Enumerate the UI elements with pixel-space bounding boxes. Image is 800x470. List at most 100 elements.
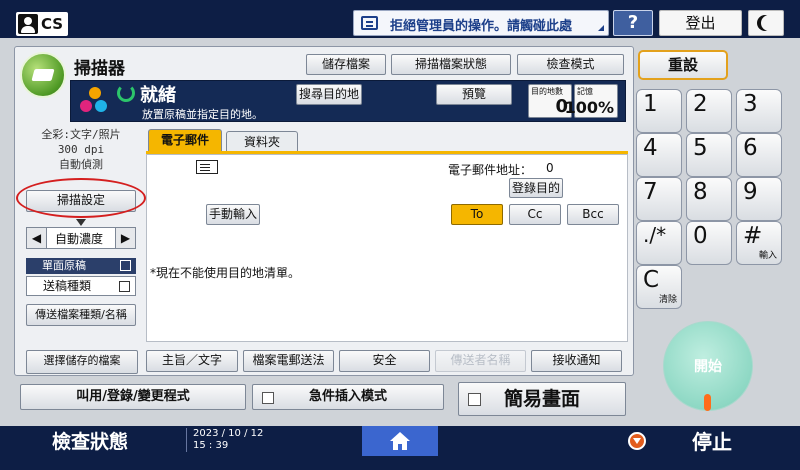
memory-indicator: 記憶 100% bbox=[565, 84, 618, 118]
start-button[interactable]: 開始 bbox=[663, 321, 753, 411]
check-mode-button[interactable]: 檢查模式 bbox=[517, 54, 624, 75]
feed-type-icon bbox=[119, 281, 130, 292]
simplex-label: 單面原稿 bbox=[42, 259, 86, 272]
bcc-button[interactable]: Bcc bbox=[567, 204, 619, 225]
cc-button[interactable]: Cc bbox=[509, 204, 561, 225]
security-button[interactable]: 安全 bbox=[339, 350, 430, 372]
start-led-icon bbox=[704, 394, 711, 411]
email-address-count: 0 bbox=[546, 161, 554, 175]
key-2-label: 2 bbox=[693, 91, 708, 117]
search-destination-button[interactable]: 搜尋目的地 bbox=[296, 84, 362, 105]
simple-screen-checkbox bbox=[468, 393, 481, 406]
tab-folder[interactable]: 資料夾 bbox=[226, 131, 298, 151]
simplex-icon bbox=[120, 260, 131, 271]
sender-name-button: 傳送者名稱 bbox=[435, 350, 526, 372]
key-hash-enter[interactable]: # 輸入 bbox=[736, 221, 782, 265]
density-increase-button[interactable]: ▶ bbox=[115, 228, 135, 248]
key-7-label: 7 bbox=[643, 179, 658, 205]
key-8[interactable]: 8 bbox=[686, 177, 732, 221]
density-decrease-button[interactable]: ◀ bbox=[27, 228, 47, 248]
interrupt-mode-button[interactable]: 急件插入模式 bbox=[252, 384, 444, 410]
logout-button[interactable]: 登出 bbox=[659, 10, 742, 36]
store-file-button[interactable]: 儲存檔案 bbox=[306, 54, 386, 75]
key-4[interactable]: 4 bbox=[636, 133, 682, 177]
simple-screen-button[interactable]: 簡易畫面 bbox=[458, 382, 626, 416]
user-name: CS bbox=[41, 15, 64, 33]
key-0[interactable]: 0 bbox=[686, 221, 732, 265]
original-type-label: 送稿種類 bbox=[43, 279, 92, 293]
to-button[interactable]: To bbox=[451, 204, 503, 225]
program-button[interactable]: 叫用/登錄/變更程式 bbox=[20, 384, 246, 410]
key-3-label: 3 bbox=[743, 91, 758, 117]
simple-screen-label: 簡易畫面 bbox=[503, 388, 580, 410]
key-0-label: 0 bbox=[693, 223, 708, 249]
key-clear-label: C bbox=[643, 267, 660, 293]
status-title: 就緒 bbox=[140, 85, 176, 106]
enter-sublabel: 輸入 bbox=[758, 251, 777, 261]
status-message: 放置原稿並指定目的地。 bbox=[142, 108, 263, 121]
email-method-button[interactable]: 檔案電郵送法 bbox=[243, 350, 334, 372]
admin-notice-button[interactable]: 拒絕管理員的操作。請觸碰此處 bbox=[353, 10, 609, 36]
key-6[interactable]: 6 bbox=[736, 133, 782, 177]
key-3[interactable]: 3 bbox=[736, 89, 782, 133]
clear-sublabel: 清除 bbox=[658, 295, 677, 305]
original-simplex-button[interactable]: 單面原稿 bbox=[26, 258, 136, 274]
key-7[interactable]: 7 bbox=[636, 177, 682, 221]
stop-button[interactable]: 停止 bbox=[692, 428, 732, 456]
register-destination-button[interactable]: 登錄目的 bbox=[509, 178, 563, 198]
preview-button[interactable]: 預覽 bbox=[436, 84, 512, 105]
help-button[interactable]: ? bbox=[613, 10, 653, 36]
key-8-label: 8 bbox=[693, 179, 708, 205]
ready-indicator-icon bbox=[117, 84, 135, 102]
corner-indicator-icon bbox=[598, 25, 604, 31]
home-button[interactable] bbox=[362, 426, 438, 456]
scan-file-status-button[interactable]: 掃描檔案狀態 bbox=[391, 54, 511, 75]
home-icon bbox=[390, 432, 410, 450]
reset-button[interactable]: 重設 bbox=[638, 50, 728, 80]
interrupt-label: 急件插入模式 bbox=[308, 389, 387, 404]
tab-email[interactable]: 電子郵件 bbox=[148, 129, 222, 151]
detect-text: 自動偵測 bbox=[59, 158, 103, 171]
key-6-label: 6 bbox=[743, 135, 758, 161]
highlight-ellipse bbox=[16, 178, 146, 218]
user-badge[interactable]: CS bbox=[16, 12, 68, 36]
energy-saver-button[interactable] bbox=[748, 10, 784, 36]
density-label: 自動濃度 bbox=[55, 232, 104, 246]
stop-icon bbox=[628, 432, 646, 450]
density-control: ◀ 自動濃度 ▶ bbox=[26, 227, 136, 249]
start-label: 開始 bbox=[694, 359, 722, 375]
date-text: 2023 / 10 / 12 bbox=[193, 428, 264, 439]
receipt-notice-button[interactable]: 接收通知 bbox=[531, 350, 622, 372]
check-status-button[interactable]: 檢查狀態 bbox=[18, 428, 162, 456]
destination-list-note: *現在不能使用目的地清單。 bbox=[150, 266, 301, 280]
email-icon bbox=[196, 160, 218, 174]
notice-text: 拒絕管理員的操作。請觸碰此處 bbox=[390, 19, 573, 34]
key-2[interactable]: 2 bbox=[686, 89, 732, 133]
key-clear[interactable]: C 清除 bbox=[636, 265, 682, 309]
interrupt-checkbox bbox=[262, 392, 274, 404]
color-dots-icon bbox=[80, 87, 110, 117]
scanner-icon bbox=[20, 52, 66, 98]
key-5[interactable]: 5 bbox=[686, 133, 732, 177]
key-1[interactable]: 1 bbox=[636, 89, 682, 133]
subject-text-button[interactable]: 主旨／文字 bbox=[146, 350, 238, 372]
density-marker-icon bbox=[76, 219, 86, 226]
original-feed-type-button[interactable]: 送稿種類 bbox=[26, 276, 136, 296]
select-stored-file-button[interactable]: 選擇儲存的檔案 bbox=[26, 350, 138, 374]
moon-icon bbox=[761, 15, 777, 31]
manual-input-button[interactable]: 手動輸入 bbox=[206, 204, 260, 225]
app-title: 掃描器 bbox=[74, 59, 125, 79]
key-5-label: 5 bbox=[693, 135, 708, 161]
file-type-name-button[interactable]: 傳送檔案種類/名稱 bbox=[26, 304, 136, 326]
time-text: 15 : 39 bbox=[193, 440, 229, 451]
key-1-label: 1 bbox=[643, 91, 658, 117]
email-address-label: 電子郵件地址： bbox=[448, 163, 533, 177]
color-mode-text: 全彩:文字/照片 bbox=[41, 128, 121, 141]
resolution-text: 300 dpi bbox=[57, 143, 105, 156]
key-9[interactable]: 9 bbox=[736, 177, 782, 221]
key-9-label: 9 bbox=[743, 179, 758, 205]
key-4-label: 4 bbox=[643, 135, 658, 161]
key-dot-star-label: ./* bbox=[643, 223, 667, 247]
memory-label: 記憶 bbox=[577, 87, 593, 96]
key-dot-star[interactable]: ./* bbox=[636, 221, 682, 265]
